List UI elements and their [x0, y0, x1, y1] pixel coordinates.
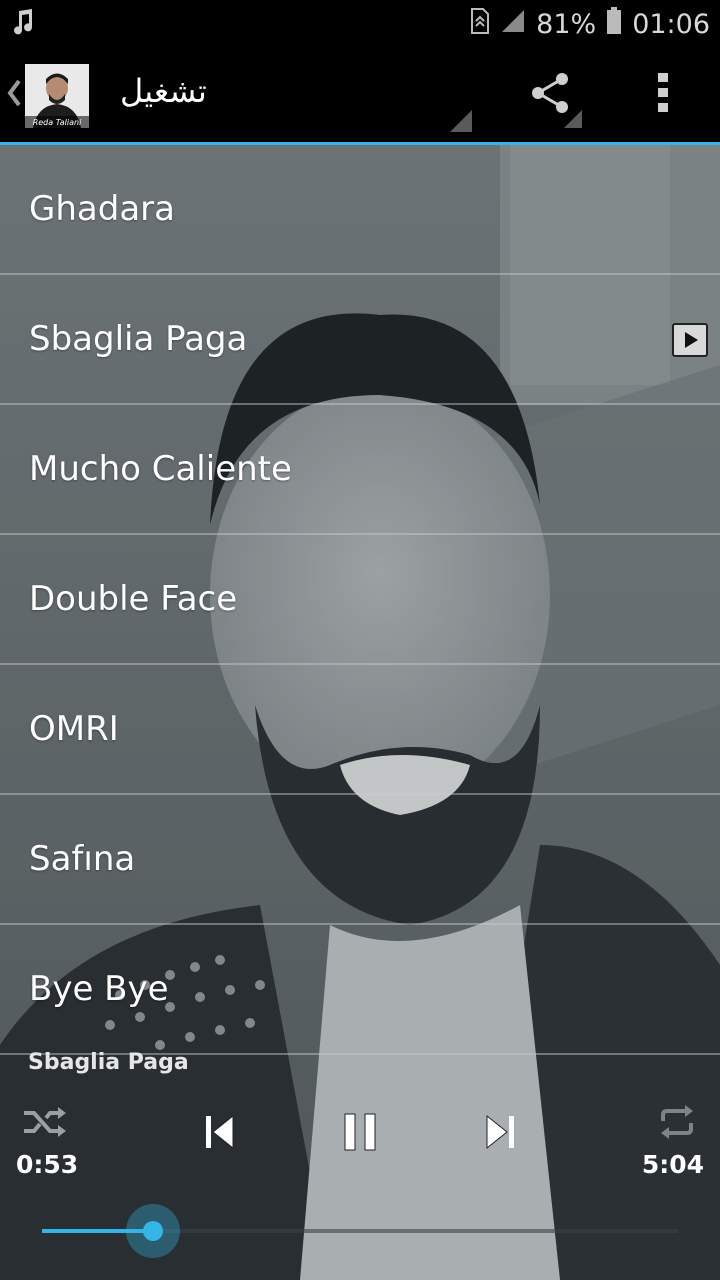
track-title: Bye Bye — [29, 969, 169, 1009]
next-button[interactable] — [478, 1112, 522, 1156]
seek-thumb[interactable] — [126, 1204, 181, 1258]
list-item[interactable]: Bye Bye — [0, 925, 720, 1055]
avatar[interactable]: Reda Taliani — [25, 64, 89, 128]
playlist: Ghadara Sbaglia Paga Mucho Caliente Doub… — [0, 145, 720, 1055]
list-item[interactable]: OMRI — [0, 665, 720, 795]
pause-button[interactable] — [336, 1110, 384, 1158]
back-chevron-icon[interactable] — [6, 78, 22, 116]
battery-icon — [606, 6, 622, 42]
track-title: Mucho Caliente — [29, 449, 292, 489]
total-duration: 5:04 — [641, 1150, 704, 1179]
signal-icon — [500, 8, 526, 41]
list-item[interactable]: Double Face — [0, 535, 720, 665]
list-item[interactable]: Safına — [0, 795, 720, 925]
elapsed-time: 0:53 — [16, 1150, 79, 1179]
battery-percent: 81% — [536, 8, 597, 40]
action-bar: Reda Taliani تشغيل — [0, 48, 720, 142]
status-bar: 81% 01:06 — [0, 0, 720, 48]
overflow-menu-icon — [657, 71, 669, 119]
overflow-menu-button[interactable] — [630, 48, 696, 142]
now-playing-title: Sbaglia Paga — [28, 1050, 189, 1075]
track-title: Safına — [29, 839, 136, 879]
previous-button[interactable] — [198, 1112, 242, 1156]
list-item[interactable]: Mucho Caliente — [0, 405, 720, 535]
sim-icon — [470, 7, 490, 41]
next-icon — [483, 1114, 517, 1154]
spinner-indicator — [450, 110, 472, 132]
avatar-caption: Reda Taliani — [33, 118, 82, 127]
pause-icon — [341, 1112, 379, 1156]
now-playing-icon — [672, 323, 708, 357]
track-title: Ghadara — [29, 189, 175, 229]
list-item[interactable]: Sbaglia Paga — [0, 275, 720, 405]
shuffle-button[interactable] — [20, 1104, 70, 1144]
track-title: Sbaglia Paga — [29, 319, 248, 359]
list-item[interactable]: Ghadara — [0, 145, 720, 275]
share-corner-indicator — [564, 110, 582, 128]
music-note-icon — [8, 7, 38, 41]
repeat-icon — [657, 1105, 697, 1143]
track-title: Double Face — [29, 579, 238, 619]
shuffle-icon — [22, 1105, 68, 1143]
repeat-button[interactable] — [652, 1104, 702, 1144]
previous-icon — [203, 1114, 237, 1154]
clock: 01:06 — [632, 8, 710, 40]
page-title: تشغيل — [120, 72, 207, 110]
seek-thumb-core — [143, 1221, 164, 1241]
track-title: OMRI — [29, 709, 119, 749]
